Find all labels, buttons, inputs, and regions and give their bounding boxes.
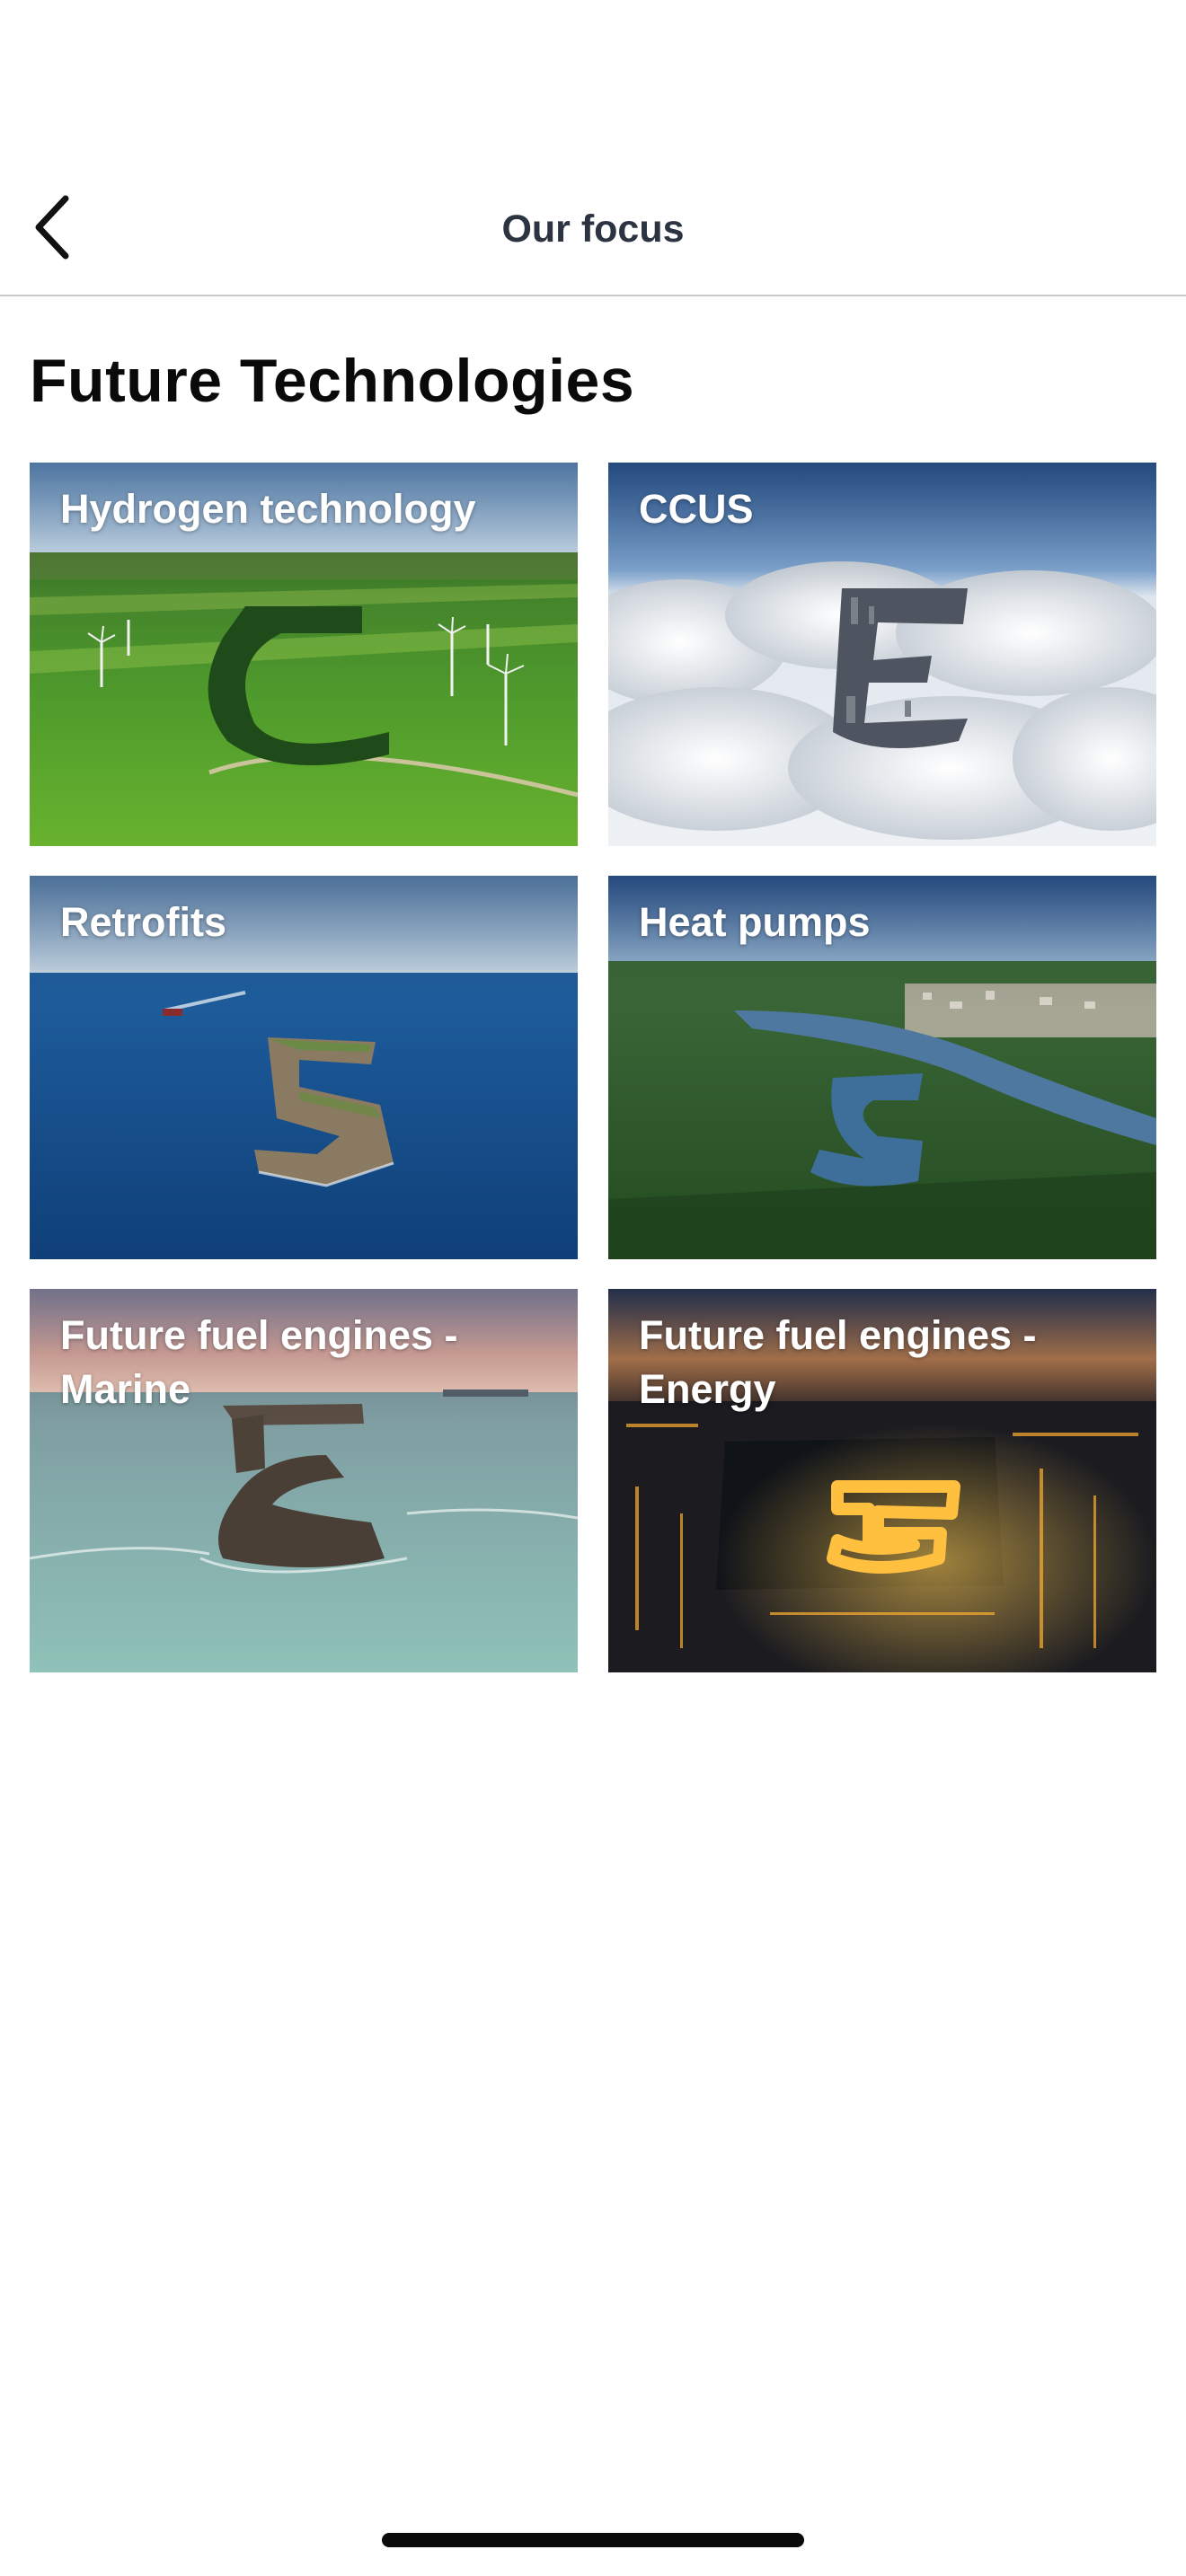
tile-heat-pumps[interactable]: Heat pumps: [608, 876, 1156, 1259]
tile-future-fuel-engines-marine[interactable]: Future fuel engines - Marine: [30, 1289, 578, 1672]
page-title: Our focus: [501, 207, 685, 251]
tile-ccus[interactable]: CCUS: [608, 463, 1156, 846]
tile-label: Hydrogen technology: [60, 486, 476, 532]
tile-label: Future fuel engines - Marine: [60, 1312, 458, 1412]
section-title: Future Technologies: [30, 347, 635, 415]
tile-retrofits[interactable]: Retrofits: [30, 876, 578, 1259]
tile-label: Future fuel engines - Energy: [639, 1312, 1037, 1412]
home-indicator[interactable]: [382, 2533, 804, 2547]
tile-label: CCUS: [639, 486, 754, 532]
tile-label: Retrofits: [60, 899, 227, 945]
tile-future-fuel-engines-energy[interactable]: Future fuel engines - Energy: [608, 1289, 1156, 1672]
tile-label: Heat pumps: [639, 899, 871, 945]
tile-hydrogen-technology[interactable]: Hydrogen technology: [30, 463, 578, 846]
status-bar: [0, 0, 1186, 162]
back-button[interactable]: [13, 187, 93, 268]
chevron-left-icon: [35, 195, 69, 260]
navigation-bar: Our focus: [0, 162, 1186, 296]
